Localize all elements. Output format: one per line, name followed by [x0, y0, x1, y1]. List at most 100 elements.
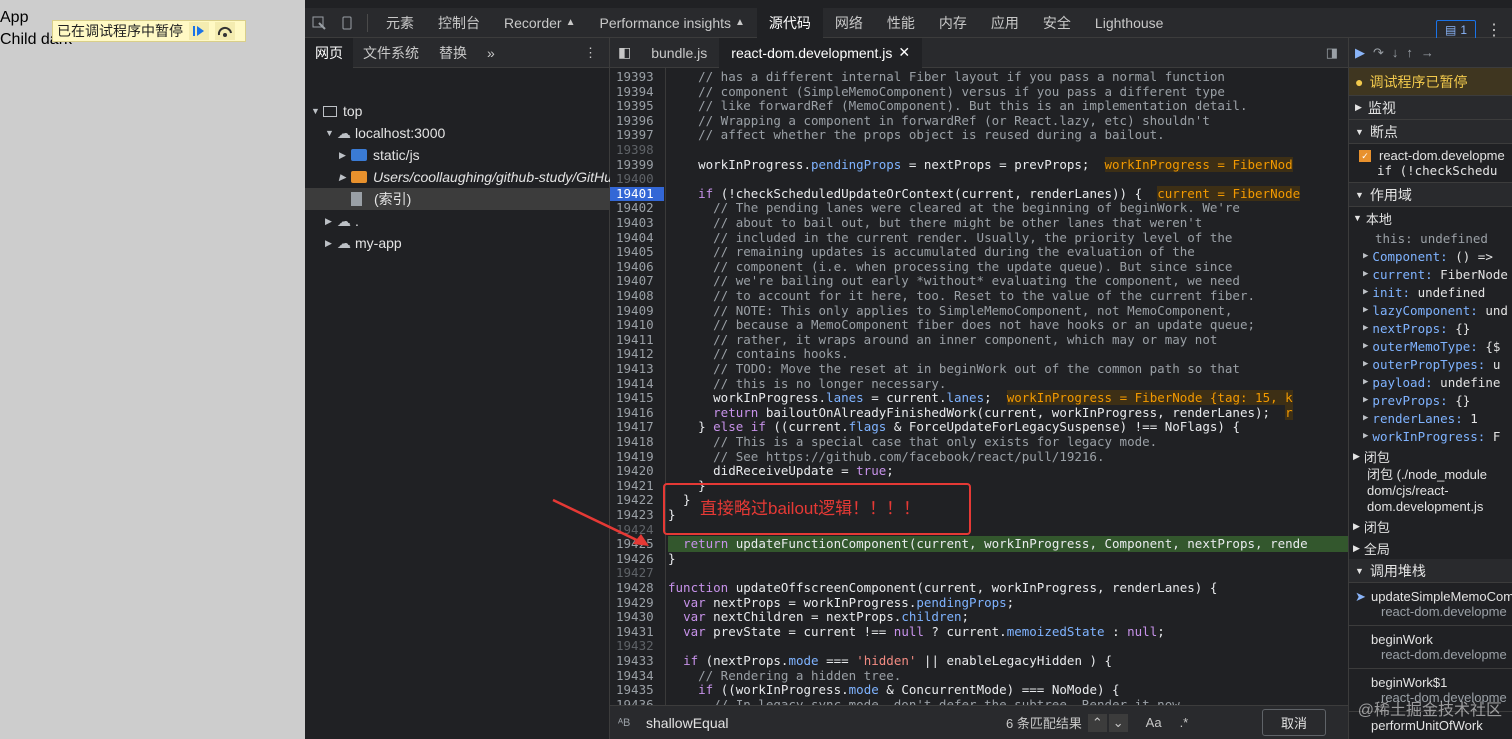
code-area[interactable]: // has a different internal Fiber layout… — [668, 68, 1348, 705]
scope-global[interactable]: ▶ 全局 — [1349, 537, 1512, 559]
line-number[interactable]: 19402 — [616, 201, 662, 216]
line-number[interactable]: 19428 — [616, 580, 662, 596]
breakpoint-item[interactable]: ✓ react-dom.developme if (!checkSchedu — [1349, 144, 1512, 183]
line-number[interactable]: 19417 — [616, 420, 662, 435]
cancel-button[interactable]: 取消 — [1261, 709, 1326, 736]
section-breakpoints[interactable]: ▼ 断点 — [1349, 120, 1512, 144]
line-number[interactable]: 19406 — [616, 259, 662, 275]
toggle-navigator-icon[interactable]: ◧ — [610, 38, 639, 68]
line-number[interactable]: 19427 — [616, 566, 662, 581]
line-number[interactable]: 19410 — [616, 318, 662, 333]
scope-variable[interactable]: ▶ nextProps: {} — [1349, 319, 1512, 337]
more-options-icon[interactable]: ⋮ — [1486, 20, 1502, 40]
tab-overrides[interactable]: 替换 — [429, 38, 477, 68]
tree-node-index[interactable]: (索引) — [305, 188, 609, 210]
toggle-debugger-icon[interactable]: ◨ — [1326, 45, 1348, 61]
tree-node-top[interactable]: ▼ top — [311, 100, 362, 122]
call-frame[interactable]: ➤ updateSimpleMemoCom react-dom.developme — [1349, 583, 1512, 626]
search-input[interactable]: shallowEqual — [646, 715, 964, 731]
issues-badge[interactable]: ▤ 1 — [1436, 20, 1476, 40]
step-icon[interactable]: → — [1421, 45, 1434, 60]
scope-variable[interactable]: ▶ outerPropTypes: u — [1349, 355, 1512, 373]
scope-variable[interactable]: ▶ prevProps: {} — [1349, 391, 1512, 409]
tab-application[interactable]: 应用 — [979, 8, 1031, 38]
inspect-icon[interactable] — [305, 8, 333, 38]
line-number[interactable]: 19403 — [616, 215, 662, 231]
tree-node-static-js[interactable]: ▶ static/js — [339, 144, 420, 166]
line-number[interactable]: 19420 — [616, 464, 662, 479]
tree-node-localhost[interactable]: ▼ ☁ localhost:3000 — [325, 122, 445, 144]
navigator-menu-icon[interactable]: ⋮ — [584, 45, 609, 61]
checkbox-checked-icon[interactable]: ✓ — [1359, 149, 1371, 162]
tab-network[interactable]: 网络 — [823, 8, 875, 38]
next-match-icon[interactable]: ⌄ — [1108, 713, 1128, 732]
scope-variable[interactable]: ▶ current: FiberNode — [1349, 265, 1512, 283]
line-number[interactable]: 19431 — [616, 624, 662, 640]
line-number[interactable]: 19399 — [616, 157, 662, 173]
call-frame[interactable]: beginWork react-dom.developme — [1349, 626, 1512, 669]
step-into-icon[interactable]: ↓ — [1392, 45, 1399, 60]
tab-sources[interactable]: 源代码 — [756, 7, 823, 38]
step-over-icon[interactable] — [215, 22, 235, 40]
scope-closure-module[interactable]: 闭包 (./node_module dom/cjs/react-dom.devel… — [1349, 467, 1512, 515]
scope-variable[interactable]: ▶ outerMemoType: {$ — [1349, 337, 1512, 355]
line-number[interactable]: 19416 — [616, 405, 662, 421]
scope-variable[interactable]: ▶ init: undefined — [1349, 283, 1512, 301]
regex-button[interactable]: .* — [1180, 715, 1189, 730]
tab-security[interactable]: 安全 — [1031, 8, 1083, 38]
match-case-button[interactable]: Aa — [1146, 715, 1162, 730]
tab-page[interactable]: 网页 — [305, 37, 353, 68]
line-number[interactable]: 19418 — [616, 434, 662, 450]
scope-local[interactable]: ▼ 本地 — [1349, 207, 1512, 229]
line-number[interactable]: 19430 — [616, 610, 662, 625]
line-number[interactable]: 19411 — [616, 332, 662, 348]
line-number[interactable]: 19409 — [616, 303, 662, 319]
line-number[interactable]: 19395 — [616, 99, 662, 114]
line-number[interactable]: 19429 — [616, 595, 662, 611]
scope-variable[interactable]: ▶ Component: () => — [1349, 247, 1512, 265]
tree-node-users-folder[interactable]: ▶ Users/coollaughing/github-study/GitHub — [339, 166, 620, 188]
section-watch[interactable]: ▶ 监视 — [1349, 96, 1512, 120]
line-number[interactable]: 19434 — [616, 668, 662, 684]
line-number[interactable]: 19407 — [616, 274, 662, 289]
tab-lighthouse[interactable]: Lighthouse — [1083, 8, 1176, 38]
editor-tab-bundle[interactable]: bundle.js — [639, 38, 719, 68]
line-number[interactable]: 19412 — [616, 347, 662, 362]
line-number[interactable]: 19394 — [616, 84, 662, 100]
line-number[interactable]: 19432 — [616, 639, 662, 654]
line-number[interactable]: 19398 — [616, 142, 662, 158]
scope-closure[interactable]: ▶ 闭包 — [1349, 445, 1512, 467]
line-number[interactable]: 19413 — [616, 361, 662, 377]
tree-node-dot[interactable]: ▶ ☁. — [325, 210, 359, 232]
tab-filesystem[interactable]: 文件系统 — [353, 38, 429, 68]
scope-variable[interactable]: ▶ payload: undefine — [1349, 373, 1512, 391]
line-number[interactable]: 19400 — [616, 172, 662, 187]
tab-performance[interactable]: 性能 — [875, 8, 927, 38]
line-number[interactable]: 19415 — [616, 391, 662, 406]
tab-elements[interactable]: 元素 — [374, 8, 426, 38]
tab-console[interactable]: 控制台 — [426, 8, 492, 38]
scope-variable[interactable]: ▶ workInProgress: F — [1349, 427, 1512, 445]
line-number[interactable]: 19405 — [616, 245, 662, 260]
line-number[interactable]: 19419 — [616, 449, 662, 465]
section-callstack[interactable]: ▼ 调用堆栈 — [1349, 559, 1512, 583]
step-over-icon[interactable]: ↷ — [1373, 45, 1384, 61]
scope-variable[interactable]: ▶ renderLanes: 1 — [1349, 409, 1512, 427]
tree-node-my-app[interactable]: ▶ ☁ my-app — [325, 232, 402, 254]
line-number[interactable]: 19397 — [616, 128, 662, 143]
scope-closure-2[interactable]: ▶ 闭包 — [1349, 515, 1512, 537]
tab-memory[interactable]: 内存 — [927, 8, 979, 38]
line-number[interactable]: 19408 — [616, 288, 662, 304]
tab-performance-insights[interactable]: Performance insights ▲ — [588, 8, 757, 38]
device-toggle-icon[interactable] — [333, 8, 361, 38]
tab-recorder[interactable]: Recorder ▲ — [492, 8, 588, 38]
step-out-icon[interactable]: ↑ — [1406, 45, 1413, 60]
previous-match-icon[interactable]: ⌃ — [1087, 713, 1107, 732]
line-number[interactable]: 19414 — [616, 376, 662, 392]
more-tabs-icon[interactable]: » — [477, 38, 505, 68]
breakpoint-line-number[interactable]: 19401 — [610, 186, 664, 202]
editor-tab-react-dom[interactable]: react-dom.development.js ✕ — [719, 37, 923, 68]
scope-variable[interactable]: ▶ lazyComponent: und — [1349, 301, 1512, 319]
section-scope[interactable]: ▼ 作用域 — [1349, 183, 1512, 207]
line-number[interactable]: 19435 — [616, 683, 662, 698]
